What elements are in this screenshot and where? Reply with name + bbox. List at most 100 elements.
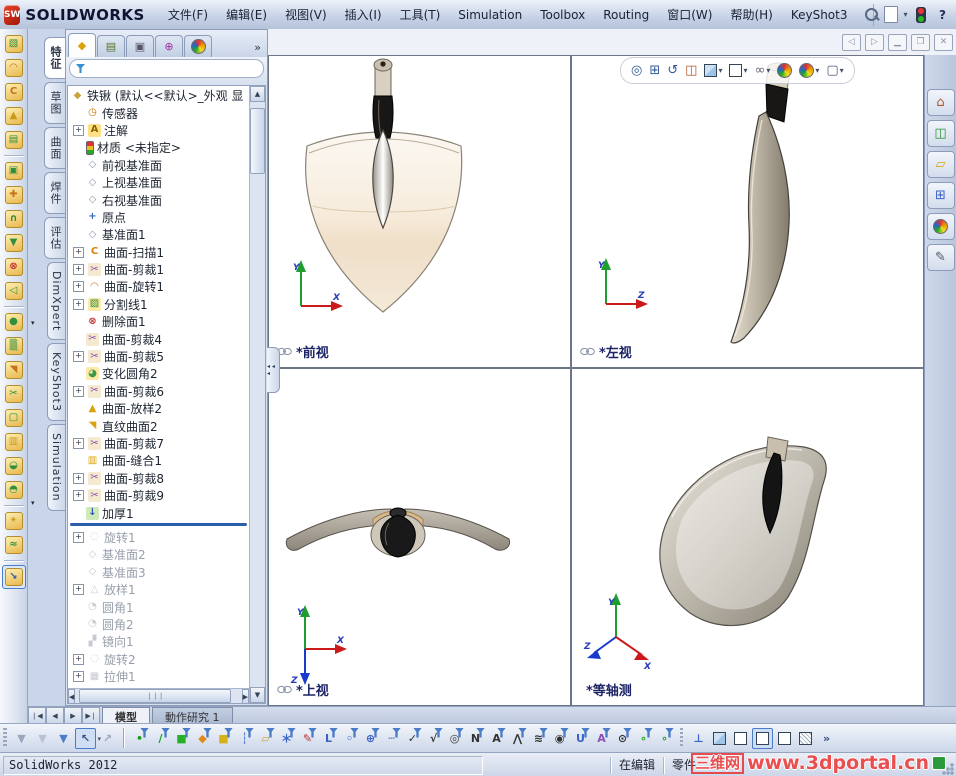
ruled-surface-icon[interactable]: ◥ [3,359,25,381]
filter-connection-points-icon[interactable]: ∘ [634,729,653,748]
filter-centerlines-icon[interactable]: ┄ [382,729,401,748]
lofted-surface-icon[interactable]: ▲ [3,105,25,127]
tree-item[interactable]: + ◠ 曲面-旋转1 [68,278,249,295]
tree-item[interactable]: ◔ 圆角1 [68,598,249,615]
toolbar-overflow-arrow-icon[interactable]: ▾ [31,499,35,507]
zoom-to-area-icon[interactable]: ⊞ [647,63,662,78]
filter-geometric-tolerances-icon[interactable]: ◎ [445,729,464,748]
thickened-cut-icon[interactable]: ◓ [3,479,25,501]
thicken-icon[interactable]: ◒ [3,455,25,477]
scroll-down-icon[interactable]: ▼ [250,687,265,703]
scroll-up-icon[interactable]: ▲ [250,86,265,102]
scroll-right-icon[interactable]: ▶ [241,689,249,703]
tree-item[interactable]: + ✂ 曲面-剪裁9 [68,487,249,504]
tree-item[interactable]: ◇ 基准面1 [68,226,249,243]
filter-solid-bodies-icon[interactable]: ■ [214,729,233,748]
expand-toggle-icon[interactable]: + [73,124,84,136]
filter-notes-icon[interactable]: N [466,729,485,748]
tree-item[interactable]: + ✂ 曲面-剪裁5 [68,348,249,365]
normal-to-icon[interactable]: ⊥ [689,729,708,748]
tree-item[interactable]: ◥ 直纹曲面2 [68,417,249,434]
select-icon[interactable]: ↖ ▾ [75,727,101,749]
command-tab-评估[interactable]: 评估 [44,217,65,259]
filter-surface-bodies-icon[interactable]: ◆ [193,729,212,748]
appearances-scenes-tab[interactable] [926,213,955,240]
clear-all-filters-icon[interactable]: ▼ [33,729,52,748]
menu-item[interactable]: Toolbox [531,4,594,26]
filter-dimensions-icon[interactable]: ✓ [403,729,422,748]
tree-horizontal-scrollbar[interactable]: ◀ ❘❘❘ ▶ [68,688,249,703]
measure-icon[interactable]: ↘ [1,565,26,589]
help-icon[interactable]: ? [934,6,952,24]
command-tab-曲面[interactable]: 曲面 [44,127,65,169]
feature-tree-root[interactable]: ◆ 铁锹 (默认<<默认>_外观 显 [68,87,249,104]
filter-axes-icon[interactable]: ┆ [235,729,254,748]
dropdown-caret-icon[interactable]: ▾ [840,66,844,75]
feature-filter[interactable] [69,59,264,78]
command-tab-特征[interactable]: 特征 [44,37,65,79]
nav-first-icon[interactable]: ❘◀ [28,707,46,724]
command-tab-焊件[interactable]: 焊件 [44,172,65,214]
intersection-curve-icon[interactable]: ≈ [3,534,25,556]
tree-item[interactable]: ▥ 曲面-缝合1 [68,452,249,469]
design-library-tab[interactable]: ◫ [926,120,955,147]
scrollbar-thumb[interactable] [250,108,265,175]
revolved-surface-icon[interactable]: ◠ [3,57,25,79]
tree-item[interactable]: + C 曲面-扫描1 [68,244,249,261]
mid-surface-icon[interactable]: ▒ [3,335,25,357]
delete-face-icon[interactable]: ⊗ [3,256,25,278]
tree-item[interactable]: ◇ 基准面3 [68,564,249,581]
tree-item[interactable]: ◇ 右视基准面 [68,191,249,208]
dimxpertmanager-tab[interactable]: ⊕ [155,35,183,57]
filter-sketch-segments-icon[interactable]: L [319,729,338,748]
tree-item[interactable]: ◇ 基准面2 [68,546,249,563]
filter-routing-points-icon[interactable]: ∘ [655,729,674,748]
expand-toggle-icon[interactable]: + [73,298,84,310]
solidworks-resources-tab[interactable]: ⌂ [926,89,955,116]
dropdown-caret-icon[interactable]: ▾ [815,66,819,75]
menu-item[interactable]: Simulation [449,4,531,26]
trim-surface-icon[interactable]: ✂ [3,383,25,405]
tree-item[interactable]: + A 注解 [68,122,249,139]
feature-filter-input[interactable] [89,61,257,76]
command-tab-DimXpert[interactable]: DimXpert [47,262,65,341]
view-orientation-icon[interactable]: ▾ [702,63,724,78]
tree-item[interactable]: ⊗ 删除面1 [68,313,249,330]
tree-item[interactable]: ◔ 圆角2 [68,616,249,633]
nav-next-icon[interactable]: ▶ [64,707,82,724]
menu-item[interactable]: 帮助(H) [721,2,781,27]
configurationmanager-tab[interactable]: ▣ [126,35,154,57]
scroll-left-icon[interactable]: ◀ [68,689,76,703]
knit-surface-icon[interactable]: ▥ [3,431,25,453]
filter-weld-beads-icon[interactable]: ≋ [529,729,548,748]
rollback-bar[interactable] [70,522,247,528]
tree-item[interactable]: + ▦ 拉伸1 [68,668,249,685]
menu-item[interactable]: KeyShot3 [782,4,857,26]
expand-toggle-icon[interactable]: + [73,584,84,596]
featuremanager-tab[interactable]: ◆ [68,33,96,57]
filter-datum-targets-icon[interactable]: ◉ [550,729,569,748]
connection-status-icon[interactable] [912,6,930,24]
file-explorer-tab[interactable]: ▱ [926,151,955,178]
expand-toggle-icon[interactable]: + [73,264,84,276]
new-document-icon[interactable] [882,6,900,24]
filter-center-marks-icon[interactable]: ⊕ [361,729,380,748]
displaymanager-tab[interactable] [184,35,212,57]
menu-item[interactable]: 编辑(E) [217,2,276,27]
display-hidden-lines-visible-icon[interactable] [775,729,794,748]
menu-item[interactable]: 文件(F) [159,2,217,27]
filter-cosmetic-threads-icon[interactable]: U [571,729,590,748]
tree-item[interactable]: 材质 <未指定> [68,139,249,156]
menu-item[interactable]: 视图(V) [276,2,336,27]
menu-item[interactable]: Routing [594,4,658,26]
hide-show-items-icon[interactable]: ∞ ▾ [752,63,772,78]
tree-item[interactable]: + ◌ 旋转2 [68,651,249,668]
freeform-icon[interactable]: ∩ [3,208,25,230]
viewport-front[interactable]: YX *前视 [269,56,570,367]
filter-vertices-icon[interactable]: • [130,729,149,748]
boundary-surface-icon[interactable]: ▤ [3,129,25,151]
filter-weld-symbols-icon[interactable]: ⋀ [508,729,527,748]
edit-appearance-icon[interactable] [775,62,794,79]
display-hidden-lines-removed-icon[interactable] [752,727,773,749]
apply-scene-icon[interactable]: ▾ [797,62,821,79]
